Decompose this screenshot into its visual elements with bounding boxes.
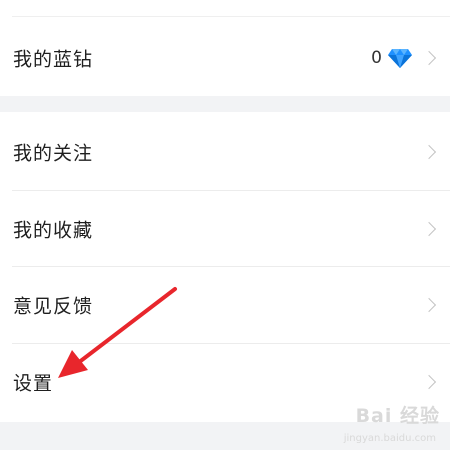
menu-item-feedback[interactable]: 意见反馈	[0, 267, 450, 343]
watermark-url: jingyan.baidu.com	[343, 433, 436, 444]
menu-item-label: 我的收藏	[13, 219, 94, 242]
divider	[12, 16, 450, 17]
chevron-right-icon	[421, 374, 437, 390]
chevron-right-icon	[421, 297, 437, 313]
menu-item-follow[interactable]: 我的关注	[0, 114, 450, 190]
blue-diamond-group: 我的蓝钻 0	[0, 0, 450, 96]
menu-item-label: 我的关注	[13, 142, 94, 165]
blue-diamond-count: 0	[371, 48, 382, 68]
menu-item-blue-diamond[interactable]: 我的蓝钻 0	[0, 20, 450, 96]
menu-group: 我的关注 我的收藏 意见反馈 设置	[0, 112, 450, 422]
menu-item-favorites[interactable]: 我的收藏	[0, 191, 450, 267]
watermark-brand: Bai 经验	[355, 405, 440, 427]
chevron-right-icon	[421, 50, 437, 66]
menu-item-label: 我的蓝钻	[13, 48, 94, 71]
menu-item-label: 设置	[13, 372, 54, 395]
settings-screen: 我的蓝钻 0 我的关注 我的收藏 意见反馈 设置 Bai 经验 jingyan.…	[0, 0, 450, 450]
menu-item-label: 意见反馈	[13, 295, 94, 318]
chevron-right-icon	[421, 144, 437, 160]
diamond-icon	[388, 49, 412, 68]
chevron-right-icon	[421, 221, 437, 237]
